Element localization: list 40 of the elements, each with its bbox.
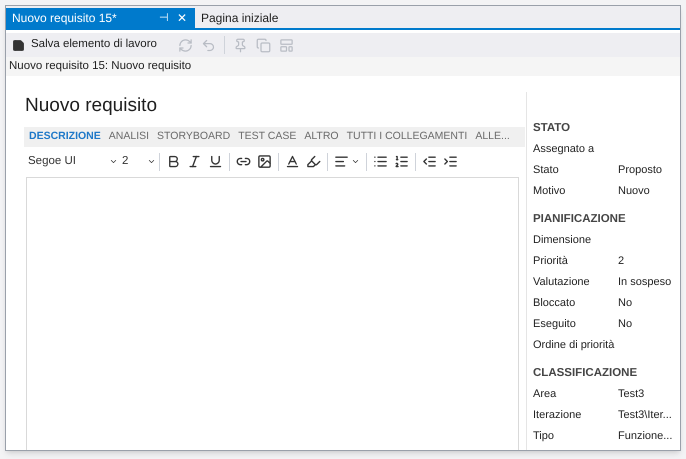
field-value[interactable]: Test3\Iter... — [618, 407, 672, 424]
field-value[interactable]: No — [618, 295, 632, 312]
field-value[interactable]: Test3 — [618, 386, 644, 403]
pin-icon[interactable]: ⊣ — [159, 10, 169, 26]
section-header: PIANIFICAZIONE — [533, 212, 627, 227]
field-value[interactable]: No — [618, 316, 632, 333]
size-dropdown[interactable]: 2 — [122, 152, 156, 170]
field-value[interactable]: Proposto — [618, 162, 662, 179]
field-label: Valutazione — [533, 275, 591, 290]
form-tab[interactable]: ALTRO — [304, 128, 339, 144]
field-label: Ordine di priorità — [533, 338, 616, 354]
field-value[interactable]: 2 — [618, 253, 624, 270]
field-label: Bloccato — [533, 296, 576, 312]
section-header: CLASSIFICAZIONE — [533, 366, 638, 381]
form-tab[interactable]: STORYBOARD — [157, 128, 230, 144]
field-label: Eseguito — [533, 317, 577, 332]
section-header: STATO — [533, 120, 572, 136]
breadcrumb: Nuovo requisito 15: Nuovo requisito — [6, 57, 680, 76]
field-label: Stato — [533, 163, 560, 178]
field-label: Assegnato a — [533, 142, 596, 158]
field-label: Motivo — [533, 184, 566, 200]
form-tab[interactable]: DESCRIZIONE — [29, 128, 101, 144]
font-dropdown[interactable]: Segoe UI — [28, 152, 120, 170]
document-tab[interactable]: Nuovo requisito 15* ⊣ ✕ — [6, 8, 195, 28]
form-title: Nuovo requisito — [24, 94, 158, 118]
field-label: Dimensione — [533, 233, 592, 248]
field-label: Area — [533, 387, 558, 402]
form-tab[interactable]: TUTTI I COLLEGAMENTI — [346, 128, 468, 144]
close-icon[interactable]: ✕ — [177, 9, 187, 27]
form-tab[interactable]: ALLE... — [475, 128, 510, 144]
field-value[interactable]: In sospeso — [618, 274, 672, 291]
form-tab[interactable]: ANALISI — [108, 128, 150, 144]
field-label: Tipo — [533, 429, 555, 444]
form-tab[interactable]: TEST CASE — [238, 128, 296, 144]
field-value[interactable]: Funzione... — [618, 428, 672, 445]
field-label: Iterazione — [533, 408, 582, 424]
document-tab[interactable]: Pagina iniziale — [195, 8, 284, 28]
save-button[interactable]: Salva elemento di lavoro — [10, 36, 159, 54]
field-value[interactable]: Nuovo — [618, 183, 650, 200]
field-label: Priorità — [533, 254, 569, 270]
